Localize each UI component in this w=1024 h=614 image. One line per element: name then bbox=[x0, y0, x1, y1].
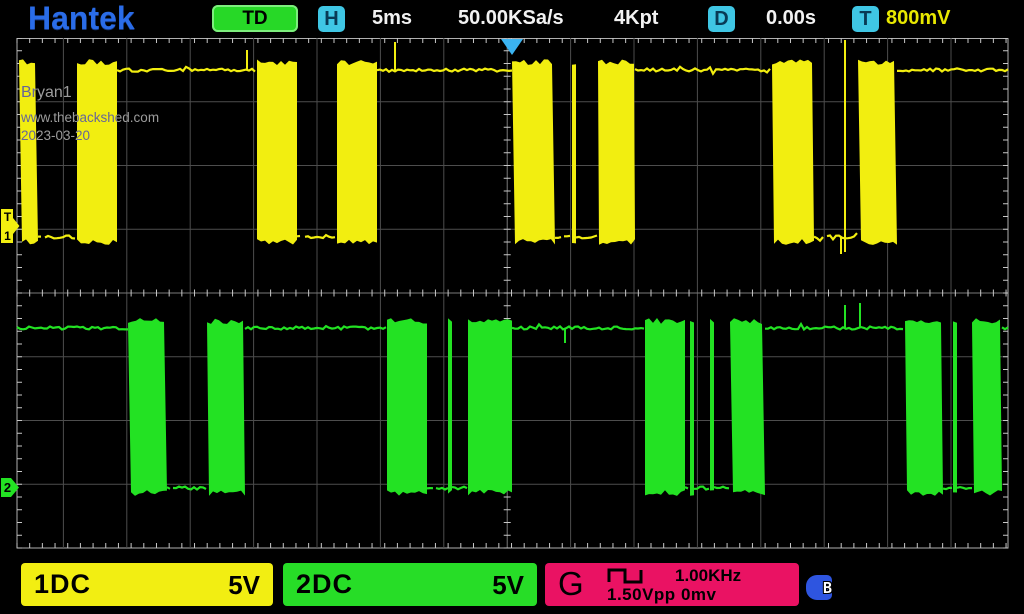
ch2-trace bbox=[17, 303, 1008, 496]
ch2-status-box[interactable]: 2DC 5V bbox=[283, 563, 537, 606]
oscilloscope-screen: { "header": { "logo": "Hantek", "mode_bu… bbox=[0, 0, 1024, 614]
generator-amplitude-offset: 1.50Vpp 0mv bbox=[607, 585, 716, 605]
generator-frequency: 1.00KHz bbox=[675, 566, 741, 586]
sample-rate-readout: 50.00KSa/s bbox=[458, 7, 564, 30]
ch2-position-marker[interactable]: 2 bbox=[1, 478, 19, 497]
ch2-coupling-label: 2DC bbox=[296, 569, 353, 600]
ch1-channel-number: 1 bbox=[4, 229, 11, 243]
trigger-position-marker[interactable] bbox=[501, 39, 523, 55]
waveform-display: T 1 2 bbox=[0, 0, 1024, 614]
acquire-mode-button[interactable]: TD bbox=[212, 5, 298, 32]
ch1-scale-value: 5V bbox=[228, 570, 260, 601]
usb-device-icon: B bbox=[806, 575, 832, 600]
ch2-channel-number: 2 bbox=[4, 480, 11, 495]
ch1-coupling-label: 1DC bbox=[34, 569, 91, 600]
ch1-trigger-letter: T bbox=[4, 210, 12, 224]
ch2-scale-value: 5V bbox=[492, 570, 524, 601]
timebase-readout: 5ms bbox=[372, 7, 412, 30]
ch1-trace bbox=[17, 40, 1008, 254]
delay-menu-icon[interactable]: D bbox=[708, 6, 735, 32]
trigger-level-readout: 800mV bbox=[886, 7, 951, 30]
generator-status-box[interactable]: G 1.00KHz 1.50Vpp 0mv bbox=[545, 563, 799, 606]
generator-label: G bbox=[558, 565, 584, 603]
waveform-traces bbox=[17, 40, 1008, 496]
horizontal-menu-icon[interactable]: H bbox=[318, 6, 345, 32]
trigger-menu-icon[interactable]: T bbox=[852, 6, 879, 32]
hantek-logo: Hantek bbox=[28, 0, 135, 37]
ch1-status-box[interactable]: 1DC 5V bbox=[21, 563, 273, 606]
record-length-readout: 4Kpt bbox=[614, 7, 658, 30]
top-status-bar: Hantek TD H 5ms 50.00KSa/s 4Kpt D 0.00s … bbox=[0, 0, 1024, 38]
horizontal-offset-readout: 0.00s bbox=[766, 7, 816, 30]
